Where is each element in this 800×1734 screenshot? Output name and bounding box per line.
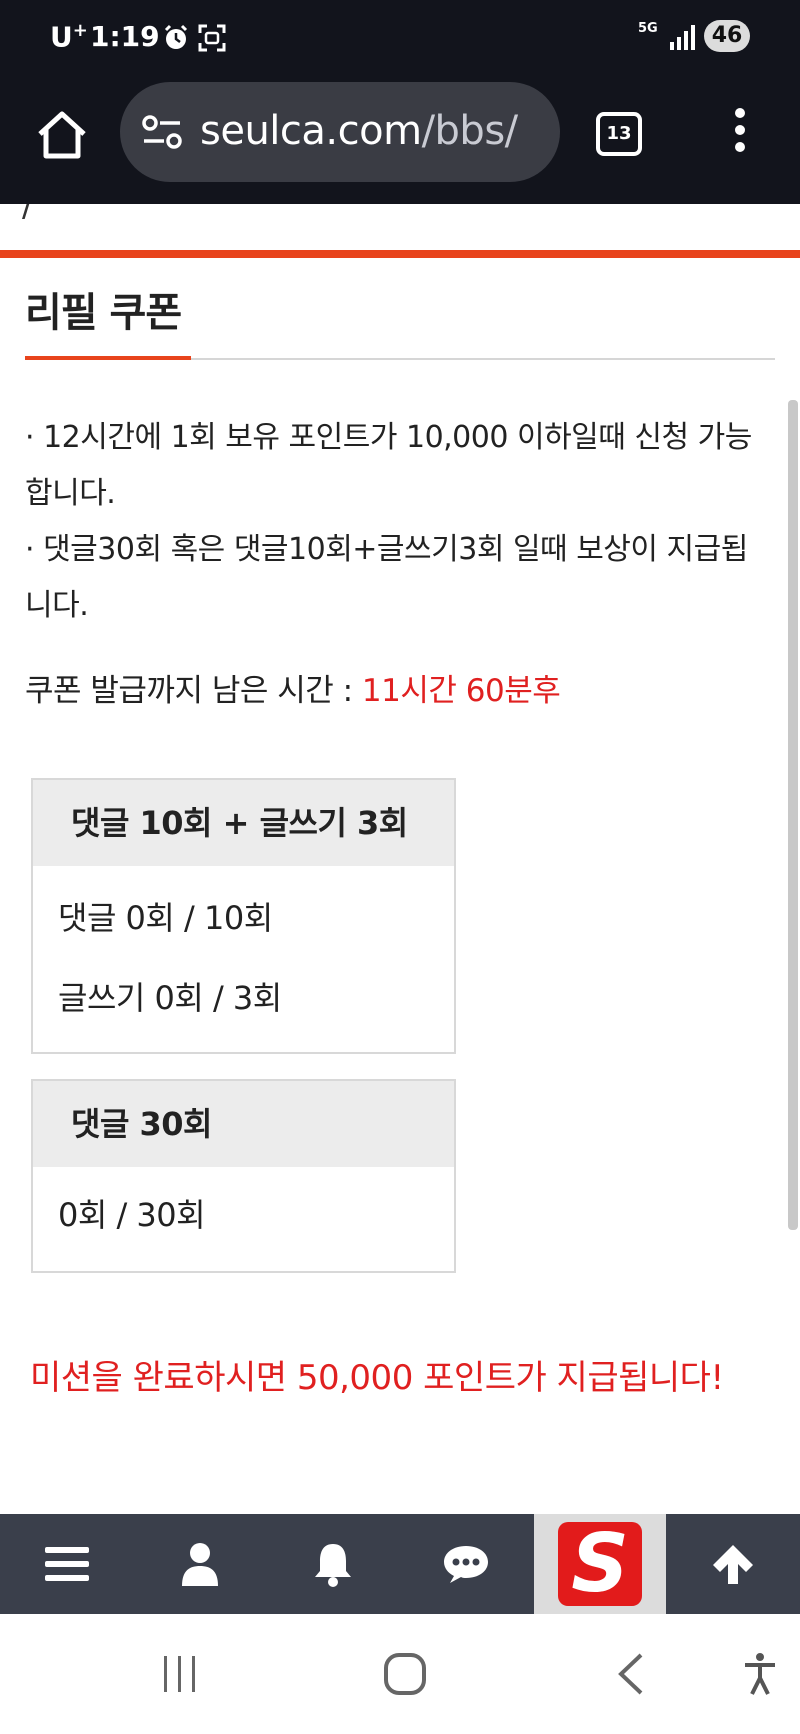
network-indicator: 5G bbox=[638, 21, 658, 36]
status-bar: U+ 1:19 5G 46 bbox=[0, 0, 800, 76]
more-menu-icon[interactable] bbox=[726, 108, 754, 156]
page-scrollbar[interactable] bbox=[788, 400, 798, 1230]
menu-button[interactable] bbox=[0, 1514, 133, 1614]
site-logo-button[interactable]: S bbox=[534, 1514, 666, 1614]
carrier-label: U+ bbox=[50, 20, 88, 54]
home-circle-icon bbox=[384, 1653, 426, 1695]
tab-switcher-button[interactable]: 13 bbox=[596, 112, 642, 156]
remaining-time-value: 11시간 60분후 bbox=[361, 673, 561, 709]
address-bar[interactable]: seulca.com/bbs/ bbox=[120, 82, 560, 182]
site-logo: S bbox=[558, 1522, 642, 1606]
url-text: seulca.com/bbs/ bbox=[200, 108, 518, 154]
notifications-button[interactable] bbox=[266, 1514, 399, 1614]
android-nav-bar bbox=[0, 1614, 800, 1734]
site-bottom-toolbar: S bbox=[0, 1514, 800, 1614]
mission-box-comments-posts: 댓글 10회 + 글쓰기 3회 댓글 0회 / 10회 글쓰기 0회 / 3회 bbox=[31, 778, 456, 1054]
mission-box-title: 댓글 10회 + 글쓰기 3회 bbox=[33, 780, 454, 866]
notice-line: · 12시간에 1회 보유 포인트가 10,000 이하일때 신청 가능합니다. bbox=[25, 420, 752, 511]
scroll-top-button[interactable] bbox=[666, 1514, 800, 1614]
accessibility-button[interactable] bbox=[730, 1614, 790, 1734]
mission-reward-text: 미션을 완료하시면 50,000 포인트가 지급됩니다! bbox=[30, 1358, 724, 1398]
status-time: 1:19 bbox=[90, 20, 160, 53]
back-nav-button[interactable] bbox=[580, 1614, 680, 1734]
user-icon bbox=[181, 1543, 218, 1586]
remaining-time-label: 쿠폰 발급까지 남은 시간 : bbox=[25, 673, 362, 709]
mission-box-comments: 댓글 30회 0회 / 30회 bbox=[31, 1079, 456, 1273]
accessibility-icon bbox=[745, 1653, 775, 1695]
mission-progress-posts: 글쓰기 0회 / 3회 bbox=[58, 979, 282, 1017]
arrow-up-icon bbox=[713, 1545, 753, 1584]
battery-indicator: 46 bbox=[704, 20, 750, 52]
nav-accent-line bbox=[0, 250, 800, 258]
notice-line: · 댓글30회 혹은 댓글10회+글쓰기3회 일때 보상이 지급됩니다. bbox=[25, 532, 748, 623]
recent-apps-icon bbox=[164, 1656, 195, 1692]
coupon-notice: · 12시간에 1회 보유 포인트가 10,000 이하일때 신청 가능합니다.… bbox=[25, 410, 770, 634]
bell-icon bbox=[314, 1544, 351, 1587]
remaining-time: 쿠폰 발급까지 남은 시간 : 11시간 60분후 bbox=[25, 665, 561, 710]
home-nav-button[interactable] bbox=[355, 1614, 455, 1734]
site-nav-partial: / bbox=[0, 204, 800, 250]
chat-bubble-icon bbox=[443, 1546, 488, 1583]
back-chevron-icon bbox=[618, 1653, 643, 1695]
recent-apps-button[interactable] bbox=[130, 1614, 230, 1734]
browser-chrome: U+ 1:19 5G 46 seulca.com/bbs/ 13 bbox=[0, 0, 800, 204]
signal-icon bbox=[670, 25, 695, 50]
scan-icon bbox=[198, 24, 226, 52]
mission-progress-comments: 0회 / 30회 bbox=[58, 1196, 206, 1234]
chat-button[interactable] bbox=[399, 1514, 532, 1614]
title-accent-bar bbox=[25, 356, 191, 360]
page-title: 리필 쿠폰 bbox=[25, 290, 182, 336]
hamburger-menu-icon bbox=[44, 1547, 89, 1581]
mission-box-title: 댓글 30회 bbox=[33, 1081, 454, 1167]
site-settings-icon[interactable] bbox=[142, 115, 182, 149]
alarm-icon bbox=[164, 24, 188, 49]
profile-button[interactable] bbox=[133, 1514, 266, 1614]
home-icon[interactable] bbox=[34, 106, 90, 162]
mission-progress-comments: 댓글 0회 / 10회 bbox=[58, 899, 273, 937]
